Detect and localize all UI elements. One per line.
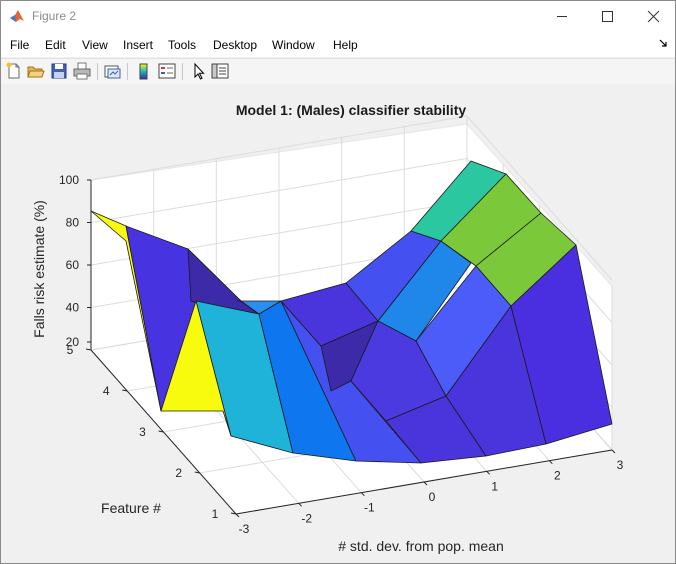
close-button[interactable] (631, 1, 675, 32)
x-tick-mark (611, 449, 616, 454)
menu-view[interactable]: View (82, 38, 108, 52)
new-figure-button[interactable] (4, 61, 24, 81)
y-tick-mark (85, 348, 92, 351)
x-tick-label: 2 (554, 469, 561, 483)
chart-title: Model 1: (Males) classifier stability (236, 102, 467, 118)
minimize-button[interactable] (539, 1, 585, 32)
open-file-icon (27, 66, 45, 78)
edit-plot-button[interactable] (188, 61, 208, 81)
window-title: Figure 2 (32, 9, 77, 23)
x-tick-mark (548, 460, 553, 465)
z-tick-label: 60 (66, 258, 80, 272)
title-bar: Figure 2 (1, 1, 675, 32)
maximize-button[interactable] (585, 1, 631, 32)
x-tick-mark (235, 513, 240, 518)
z-axis-label: Falls risk estimate (%) (31, 200, 47, 338)
y-tick-label: 4 (103, 384, 110, 398)
surface-plot[interactable]: -3-2-101231234520406080100 Model 1: (Mal… (1, 84, 675, 563)
minimize-icon (557, 16, 567, 17)
property-inspector-button[interactable] (210, 61, 230, 81)
x-tick-label: -1 (364, 501, 375, 515)
x-tick-label: 3 (617, 458, 624, 472)
x-axis-label: # std. dev. from pop. mean (338, 538, 504, 554)
new-figure-icon (6, 62, 20, 79)
toolbar-separator (97, 63, 98, 80)
menu-tools[interactable]: Tools (168, 38, 196, 52)
insert-legend-button[interactable] (157, 61, 177, 81)
menu-bar: File Edit View Insert Tools Desktop Wind… (1, 32, 675, 57)
open-file-button[interactable] (26, 61, 46, 81)
y-tick-label: 1 (212, 507, 219, 521)
x-tick-mark (423, 481, 428, 486)
insert-colorbar-button[interactable] (134, 61, 154, 81)
x-tick-label: 0 (429, 490, 436, 504)
x-tick-label: 1 (491, 479, 498, 493)
link-plot-icon (104, 65, 121, 79)
menu-insert[interactable]: Insert (123, 38, 153, 52)
link-plot-button[interactable] (102, 61, 122, 81)
y-tick-label: 2 (175, 466, 182, 480)
x-tick-mark (360, 492, 365, 497)
z-tick-label: 40 (66, 301, 80, 315)
matlab-logo-icon (10, 10, 24, 22)
x-tick-label: -3 (239, 522, 250, 536)
insert-colorbar-icon (139, 63, 148, 80)
dock-arrow-icon[interactable] (659, 39, 669, 49)
menu-edit[interactable]: Edit (45, 38, 66, 52)
maximize-icon (602, 11, 613, 22)
x-tick-mark (298, 502, 303, 507)
property-inspector-icon (211, 63, 229, 79)
figure-window: Figure 2 File Edit View Insert Tools Des… (0, 0, 676, 564)
y-axis-label: Feature # (101, 500, 161, 516)
figure-toolbar (1, 58, 675, 85)
close-icon (647, 10, 660, 23)
menu-window[interactable]: Window (272, 38, 315, 52)
z-tick-label: 80 (66, 216, 80, 230)
insert-legend-icon (158, 63, 176, 79)
save-icon (51, 63, 67, 79)
print-button[interactable] (72, 61, 92, 81)
save-button[interactable] (49, 61, 69, 81)
figure-canvas[interactable]: -3 -2 -1 0 1 2 3 1 2 3 4 5 20 40 60 80 100 Model 1: (Mal… (1, 84, 675, 563)
menu-desktop[interactable]: Desktop (213, 38, 257, 52)
y-tick-label: 3 (139, 425, 146, 439)
toolbar-separator (182, 63, 183, 80)
toolbar-separator (127, 63, 128, 80)
print-icon (73, 62, 91, 80)
x-tick-mark (486, 470, 491, 475)
menu-help[interactable]: Help (333, 38, 358, 52)
menu-file[interactable]: File (10, 38, 29, 52)
z-tick-label: 100 (59, 173, 79, 187)
edit-plot-icon (194, 62, 205, 80)
z-tick-label: 20 (66, 335, 80, 349)
x-tick-label: -2 (301, 511, 312, 525)
